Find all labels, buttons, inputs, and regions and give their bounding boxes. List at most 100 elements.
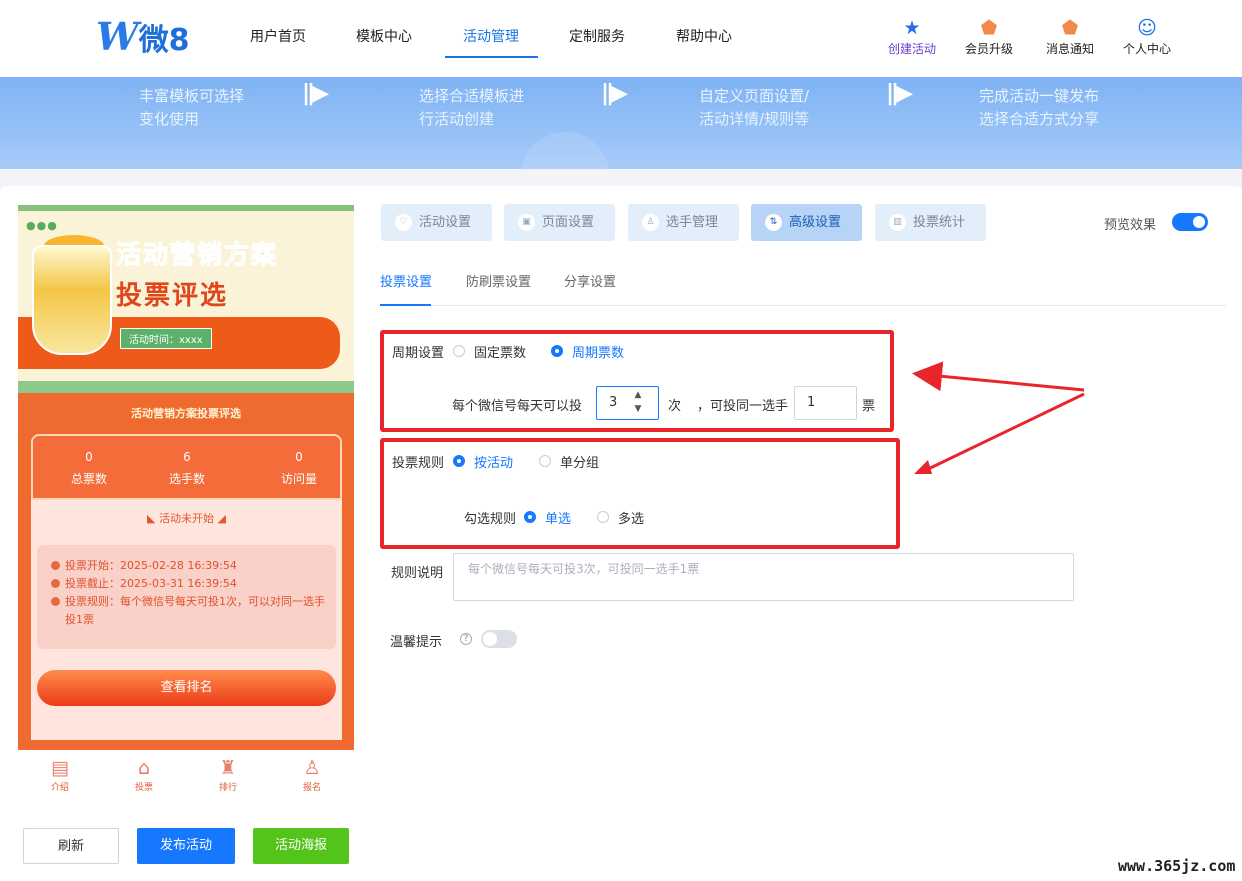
radio-single-choice[interactable]: [524, 511, 536, 523]
watermark: www.365jz.com: [1118, 857, 1236, 875]
stat-label: 选手数: [168, 472, 205, 486]
nav-templates[interactable]: 模板中心: [356, 26, 412, 46]
publish-activity-button[interactable]: 发布活动: [137, 828, 235, 864]
vip-icon: ⬟: [980, 17, 998, 39]
radio-multi-choice[interactable]: [597, 511, 609, 523]
subtab-divider: [380, 305, 1226, 306]
tab-label: 高级设置: [789, 215, 842, 230]
caret-down-icon[interactable]: ▼: [635, 404, 642, 414]
stat-value: 0: [295, 450, 303, 464]
stat-value: 0: [85, 450, 93, 464]
brand-logo[interactable]: W 微8: [96, 14, 190, 59]
logo-w-mark: W: [96, 14, 139, 59]
tab-activity-settings[interactable]: ♡ 活动设置: [381, 204, 492, 241]
arrow-to-rule: [921, 392, 1085, 474]
status-text: 活动未开始: [159, 512, 214, 525]
step-3: 自定义页面设置/ 活动详情/规则等: [699, 87, 810, 128]
arrow-to-period: [912, 361, 1085, 392]
nav-activity-management[interactable]: 活动管理: [463, 26, 519, 46]
megaphone-icon: ◣: [147, 512, 159, 525]
preview-band-title: 活动营销方案投票评选: [131, 407, 241, 420]
tab-label: 活动设置: [419, 215, 472, 230]
nav-custom-service[interactable]: 定制服务: [569, 26, 625, 46]
star-icon: ★: [903, 17, 921, 39]
logo-text: 微8: [138, 22, 190, 58]
banner-decoration: [520, 132, 610, 169]
tab-player-management[interactable]: ♙ 选手管理: [628, 204, 739, 241]
stats-panel: 0 总票数 6 选手数 0 访问量: [31, 434, 342, 500]
home-icon: ⌂: [137, 757, 151, 779]
tool-label: 会员升级: [964, 42, 1013, 56]
document-icon: ▤: [51, 757, 69, 779]
chart-icon: ▥: [889, 214, 906, 231]
dots-decoration: ●●●: [26, 219, 58, 232]
preview-body: ◣ 活动未开始 ◢ 投票开始：2025-02-28 16:39:54 投票截止：…: [31, 500, 342, 740]
stat-total-votes: 0 总票数: [49, 446, 129, 490]
tab-label: 排行: [218, 783, 237, 793]
tab-ranking[interactable]: ♜ 排行: [198, 756, 258, 793]
unit-times: 次: [668, 399, 682, 414]
stat-players: 6 选手数: [147, 446, 227, 490]
rule-desc-label: 规则说明: [391, 566, 444, 581]
subtab-vote-settings[interactable]: 投票设置: [380, 271, 432, 290]
status-not-started: ◣ 活动未开始 ◢: [31, 510, 342, 526]
radio-by-activity-label[interactable]: 按活动: [474, 452, 513, 471]
radio-single-group-label[interactable]: 单分组: [560, 452, 599, 471]
radio-periodic-votes-label[interactable]: 周期票数: [572, 342, 624, 361]
preview-toggle[interactable]: [1172, 213, 1208, 231]
stat-value: 6: [183, 450, 191, 464]
tab-label: 报名: [302, 783, 321, 793]
subtab-share-settings[interactable]: 分享设置: [564, 271, 616, 290]
nav-help-center[interactable]: 帮助中心: [676, 26, 732, 46]
tab-label: 页面设置: [542, 215, 595, 230]
tab-label: 介绍: [50, 783, 69, 793]
step-4: 完成活动一键发布 选择合适方式分享: [979, 87, 1100, 128]
tab-vote[interactable]: ⌂ 投票: [114, 756, 174, 793]
member-upgrade-button[interactable]: ⬟ 会员升级: [954, 16, 1024, 57]
tool-label: 个人中心: [1122, 42, 1171, 56]
notifications-button[interactable]: ⬟ 消息通知: [1035, 16, 1105, 57]
radio-single-choice-label[interactable]: 单选: [545, 508, 571, 527]
per-player-votes-input[interactable]: 1: [794, 386, 857, 420]
same-player-sentence: ，可投同一选手: [697, 399, 789, 414]
vote-info-box: 投票开始：2025-02-28 16:39:54 投票截止：2025-03-31…: [37, 545, 336, 649]
tab-label: 投票统计: [913, 215, 966, 230]
caret-up-icon[interactable]: ▲: [635, 390, 642, 400]
radio-multi-choice-label[interactable]: 多选: [618, 508, 644, 527]
activity-time-tag: 活动时间：xxxx: [120, 328, 212, 349]
radio-fixed-votes[interactable]: [453, 345, 465, 357]
drink-cup-image: [32, 245, 112, 355]
page-icon: ▣: [518, 214, 535, 231]
activity-poster-button[interactable]: 活动海报: [253, 828, 349, 864]
top-navbar: W 微8 用户首页 模板中心 活动管理 定制服务 帮助中心 ★ 创建活动 ⬟ 会…: [0, 0, 1242, 77]
tab-advanced-settings[interactable]: ⇅ 高级设置: [751, 204, 862, 241]
tip-toggle[interactable]: [481, 630, 517, 648]
tab-signup[interactable]: ♙ 报名: [282, 756, 342, 793]
vote-rule: 投票规则：每个微信号每天可投1次，可以对同一选手投1票: [51, 593, 326, 629]
annotation-arrows: [912, 361, 1085, 474]
rule-desc-textarea[interactable]: 每个微信号每天可投3次，可投同一选手1票: [453, 553, 1074, 601]
stepper-arrows[interactable]: ▲ ▼: [627, 388, 649, 418]
nav-home[interactable]: 用户首页: [250, 26, 306, 46]
radio-fixed-votes-label[interactable]: 固定票数: [474, 342, 526, 361]
view-ranking-button[interactable]: 查看排名: [37, 670, 336, 706]
subtab-anti-fraud[interactable]: 防刷票设置: [466, 271, 531, 290]
nav-active-underline: [445, 56, 538, 58]
per-day-sentence: 每个微信号每天可以投: [452, 399, 583, 414]
heart-icon: ♡: [395, 214, 412, 231]
tab-page-settings[interactable]: ▣ 页面设置: [504, 204, 615, 241]
tab-intro[interactable]: ▤ 介绍: [30, 756, 90, 793]
person-icon: ♙: [642, 214, 659, 231]
trophy-icon: ♜: [219, 757, 237, 779]
refresh-button[interactable]: 刷新: [23, 828, 119, 864]
help-icon[interactable]: ?: [460, 633, 472, 645]
radio-single-group[interactable]: [539, 455, 551, 467]
preview-subtitle: 投票评选: [116, 281, 229, 311]
tab-vote-statistics[interactable]: ▥ 投票统计: [875, 204, 986, 241]
personal-center-button[interactable]: ☺ 个人中心: [1112, 16, 1182, 57]
stat-visits: 0 访问量: [259, 446, 339, 490]
check-rule-label: 勾选规则: [464, 512, 517, 527]
radio-periodic-votes[interactable]: [551, 345, 563, 357]
radio-by-activity[interactable]: [453, 455, 465, 467]
create-activity-button[interactable]: ★ 创建活动: [877, 16, 947, 57]
